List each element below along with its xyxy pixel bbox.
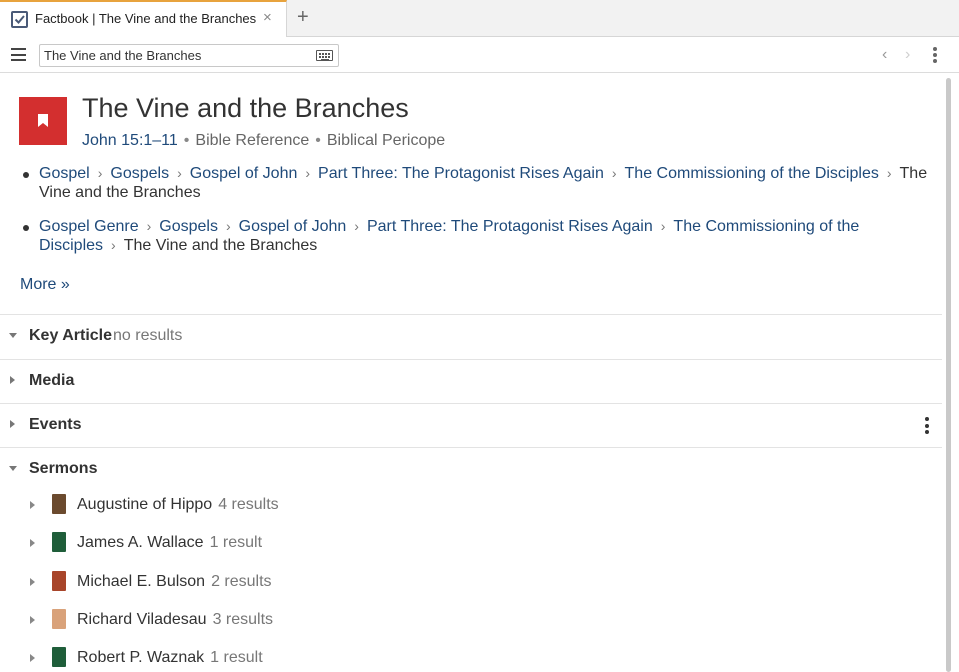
chevron-right-icon[interactable] [10, 420, 15, 428]
breadcrumb-link[interactable]: Gospel of John [190, 165, 298, 182]
more-options-icon[interactable] [925, 417, 931, 437]
back-button[interactable]: ‹ [882, 46, 887, 64]
breadcrumb-separator-icon: › [354, 218, 359, 234]
close-tab-icon[interactable]: × [263, 10, 272, 26]
book-cover-icon [52, 494, 66, 514]
chevron-right-icon[interactable] [30, 616, 35, 624]
section-label: Sermons [29, 460, 98, 477]
menu-icon[interactable] [11, 48, 26, 61]
breadcrumb-link[interactable]: Part Three: The Protagonist Rises Again [367, 218, 653, 235]
section-sermons[interactable]: Sermons [0, 447, 942, 491]
more-link[interactable]: More » [20, 276, 70, 294]
sermon-row[interactable]: Augustine of Hippo 4 results [0, 487, 942, 525]
breadcrumb-separator-icon: › [886, 165, 892, 181]
chevron-down-icon[interactable] [9, 466, 17, 471]
checkbox-icon [11, 11, 28, 28]
section-status: no results [113, 327, 183, 344]
sermon-row[interactable]: Richard Viladesau 3 results [0, 602, 942, 640]
breadcrumb-separator-icon: › [611, 165, 617, 181]
breadcrumb-list: Gospel › Gospels › Gospel of John › Part Three… [20, 164, 940, 270]
toolbar: ‹ › [0, 37, 959, 73]
section-key-article[interactable]: Key Article no results [0, 314, 942, 358]
type-label: Bible Reference [195, 132, 310, 149]
breadcrumb-separator-icon: › [660, 218, 666, 234]
breadcrumb-separator-icon: › [97, 165, 103, 181]
tab-factbook[interactable]: Factbook | The Vine and the Branches × [0, 0, 287, 37]
breadcrumb-link[interactable]: The Commissioning of the Disciples [625, 165, 879, 182]
keyboard-icon[interactable] [316, 50, 333, 61]
breadcrumb: Gospel Genre › Gospels › Gospel of John › Part… [20, 217, 940, 255]
tab-bar: Factbook | The Vine and the Branches × + [0, 0, 959, 37]
result-count: 4 results [218, 496, 279, 513]
subtitle: John 15:1–11 • Bible Reference • Biblical Pe… [82, 132, 446, 149]
search-input[interactable] [44, 48, 309, 63]
author-name: Robert P. Waznak [77, 649, 205, 666]
breadcrumb-link[interactable]: Gospels [159, 218, 218, 235]
sermon-row[interactable]: James A. Wallace 1 result [0, 525, 942, 563]
factbook-content: The Vine and the Branches John 15:1–11 • B… [0, 73, 945, 672]
sermon-author: Michael E. Bulson 2 results [77, 573, 272, 591]
new-tab-button[interactable]: + [297, 6, 309, 28]
forward-button[interactable]: › [905, 46, 910, 64]
breadcrumb-link[interactable]: Gospels [110, 165, 169, 182]
scrollbar[interactable] [946, 78, 951, 672]
tab-title: Factbook | The Vine and the Branches [35, 11, 257, 26]
book-cover-icon [52, 609, 66, 629]
chevron-right-icon[interactable] [30, 578, 35, 586]
result-count: 1 result [210, 649, 263, 666]
breadcrumb-separator-icon: › [305, 165, 311, 181]
chevron-down-icon[interactable] [9, 333, 17, 338]
author-name: James A. Wallace [77, 534, 204, 551]
result-count: 2 results [211, 573, 272, 590]
chevron-right-icon[interactable] [30, 654, 35, 662]
breadcrumb: Gospel › Gospels › Gospel of John › Part Three… [20, 164, 940, 202]
breadcrumb-separator-icon: › [146, 218, 152, 234]
breadcrumb-link[interactable]: Gospel of John [239, 218, 347, 235]
result-count: 1 result [209, 534, 263, 551]
chevron-right-icon[interactable] [30, 539, 35, 547]
breadcrumb-separator-icon: › [225, 218, 231, 234]
book-cover-icon [52, 647, 66, 667]
chevron-right-icon[interactable] [30, 501, 35, 509]
section-label: Media [29, 372, 75, 389]
author-name: Michael E. Bulson [77, 573, 206, 590]
bookmark-icon [19, 97, 67, 145]
author-name: Augustine of Hippo [77, 496, 213, 513]
section-label: Events [29, 416, 82, 433]
section-media[interactable]: Media [0, 359, 942, 403]
sermon-author: Robert P. Waznak 1 result [77, 649, 263, 667]
sermon-author: James A. Wallace 1 result [77, 534, 262, 552]
author-name: Richard Viladesau [77, 611, 207, 628]
breadcrumb-link[interactable]: Gospel Genre [39, 218, 139, 235]
book-cover-icon [52, 571, 66, 591]
more-options-icon[interactable] [933, 47, 939, 65]
reference-link[interactable]: John 15:1–11 [82, 132, 178, 149]
breadcrumb-link[interactable]: Part Three: The Protagonist Rises Again [318, 165, 604, 182]
breadcrumb-separator-icon: › [111, 237, 116, 253]
type-label: Biblical Pericope [326, 132, 446, 149]
result-count: 3 results [212, 611, 274, 628]
page-title: The Vine and the Branches [82, 93, 409, 123]
sermon-author: Richard Viladesau 3 results [77, 611, 273, 629]
search-box[interactable] [39, 44, 339, 67]
breadcrumb-separator-icon: › [177, 165, 182, 181]
chevron-right-icon[interactable] [10, 376, 15, 384]
sermon-row[interactable]: Michael E. Bulson 2 results [0, 564, 942, 602]
sermon-row[interactable]: Robert P. Waznak 1 result [0, 640, 942, 672]
section-label: Key Article [29, 327, 112, 344]
section-events[interactable]: Events [0, 403, 942, 447]
breadcrumb-current: The Vine and the Branches [123, 237, 318, 254]
breadcrumb-link[interactable]: Gospel [39, 165, 90, 182]
book-cover-icon [52, 532, 66, 552]
sermon-author: Augustine of Hippo 4 results [77, 496, 279, 514]
